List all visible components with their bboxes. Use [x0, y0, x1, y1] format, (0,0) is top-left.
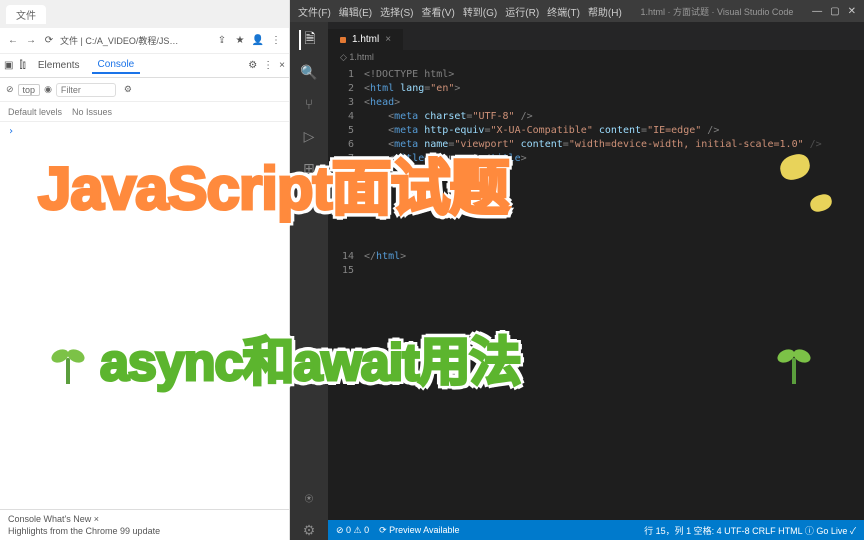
file-type-icon [340, 37, 346, 43]
window-controls: — ▢ ✕ [812, 6, 856, 17]
editor-group: 1.html × ◇ 1.html 1234567 1415 <!DOCTYPE… [328, 22, 864, 540]
breadcrumb[interactable]: ◇ 1.html [328, 50, 864, 68]
problems-indicator[interactable]: ⊘ 0 ⚠ 0 [336, 525, 369, 536]
extensions-icon[interactable]: ⊞ [299, 158, 319, 178]
address-bar[interactable]: 文件 | C:/A_VIDEO/教程/JS… [60, 34, 211, 47]
menu-edit[interactable]: 编辑(E) [339, 4, 372, 19]
devtools-more-icon[interactable]: ⋮ [263, 60, 273, 71]
minimize-icon[interactable]: — [812, 6, 822, 17]
menu-icon[interactable]: ⋮ [269, 34, 283, 48]
console-output[interactable] [0, 122, 289, 509]
statusbar-right[interactable]: 行 15，列 1 空格: 4 UTF-8 CRLF HTML ⓘ Go Live… [644, 524, 856, 537]
devtools-tabs: ▣ ⫿⫾ Elements Console ⚙ ⋮ × [0, 54, 289, 78]
elements-tab[interactable]: Elements [32, 58, 86, 73]
menu-help[interactable]: 帮助(H) [588, 4, 622, 19]
vscode-titlebar: 文件(F) 编辑(E) 选择(S) 查看(V) 转到(G) 运行(R) 终端(T… [290, 0, 864, 22]
clear-console-icon[interactable]: ⊘ [6, 84, 14, 95]
console-filter-bar: ⊘ top ◉ ⚙ [0, 78, 289, 102]
eye-icon[interactable]: ◉ [44, 84, 52, 95]
explorer-icon[interactable]: 🗎 [299, 30, 319, 50]
source-control-icon[interactable]: ⑂ [299, 94, 319, 114]
window-title: 1.html · 方面试题 · Visual Studio Code [632, 5, 802, 18]
editor-tab[interactable]: 1.html × [328, 29, 404, 50]
devtools-settings-icon[interactable]: ⚙ [248, 60, 257, 71]
preview-indicator[interactable]: ⟳ Preview Available [379, 525, 459, 536]
line-numbers: 1234567 1415 [328, 68, 364, 520]
extensions-icon[interactable]: ★ [233, 34, 247, 48]
device-icon[interactable]: ⫿⫾ [19, 60, 25, 71]
no-issues-label: No Issues [72, 107, 112, 117]
menu-run[interactable]: 运行(R) [505, 4, 539, 19]
menu-goto[interactable]: 转到(G) [463, 4, 497, 19]
forward-icon[interactable]: → [24, 34, 38, 48]
devtools-close-icon[interactable]: × [279, 60, 285, 71]
browser-tabstrip: 文件 [0, 0, 289, 28]
console-tab[interactable]: Console [92, 57, 141, 74]
activity-bar: 🗎 🔍 ⑂ ▷ ⊞ ⍟ ⚙ [290, 22, 328, 540]
search-icon[interactable]: 🔍 [299, 62, 319, 82]
vscode-menubar: 文件(F) 编辑(E) 选择(S) 查看(V) 转到(G) 运行(R) 终端(T… [298, 4, 622, 19]
settings-icon[interactable]: ⚙ [299, 520, 319, 540]
filter-input[interactable] [56, 83, 116, 97]
menu-terminal[interactable]: 终端(T) [547, 4, 580, 19]
menu-view[interactable]: 查看(V) [421, 4, 454, 19]
console-subbar: Default levels No Issues [0, 102, 289, 122]
context-selector[interactable]: top [18, 84, 41, 96]
whats-new-text: Highlights from the Chrome 99 update [8, 526, 281, 536]
code-content[interactable]: <!DOCTYPE html> <html lang="en"> <head> … [364, 68, 864, 520]
inspect-icon[interactable]: ▣ [4, 60, 13, 71]
menu-file[interactable]: 文件(F) [298, 4, 331, 19]
reload-icon[interactable]: ⟳ [42, 34, 56, 48]
browser-toolbar: ← → ⟳ 文件 | C:/A_VIDEO/教程/JS… ⇪ ★ 👤 ⋮ [0, 28, 289, 54]
maximize-icon[interactable]: ▢ [830, 6, 839, 17]
browser-tab[interactable]: 文件 [6, 5, 46, 24]
close-icon[interactable]: ✕ [848, 6, 856, 17]
account-icon[interactable]: ⍟ [299, 488, 319, 508]
menu-select[interactable]: 选择(S) [380, 4, 413, 19]
settings-small-icon[interactable]: ⚙ [124, 84, 132, 95]
devtools-drawer: Console What's New × Highlights from the… [0, 509, 289, 540]
editor-tabs: 1.html × [328, 22, 864, 50]
share-icon[interactable]: ⇪ [215, 34, 229, 48]
code-editor[interactable]: 1234567 1415 <!DOCTYPE html> <html lang=… [328, 68, 864, 520]
back-icon[interactable]: ← [6, 34, 20, 48]
debug-icon[interactable]: ▷ [299, 126, 319, 146]
console-prompt[interactable] [8, 126, 281, 137]
drawer-tabs[interactable]: Console What's New × [8, 514, 281, 524]
status-bar: ⊘ 0 ⚠ 0 ⟳ Preview Available 行 15，列 1 空格:… [328, 520, 864, 540]
levels-dropdown[interactable]: Default levels [8, 107, 62, 117]
browser-window: 文件 ← → ⟳ 文件 | C:/A_VIDEO/教程/JS… ⇪ ★ 👤 ⋮ … [0, 0, 290, 540]
tab-label: 1.html [352, 34, 379, 45]
tab-close-icon[interactable]: × [385, 34, 391, 45]
minimap[interactable] [804, 68, 864, 520]
vscode-window: 文件(F) 编辑(E) 选择(S) 查看(V) 转到(G) 运行(R) 终端(T… [290, 0, 864, 540]
profile-icon[interactable]: 👤 [251, 34, 265, 48]
